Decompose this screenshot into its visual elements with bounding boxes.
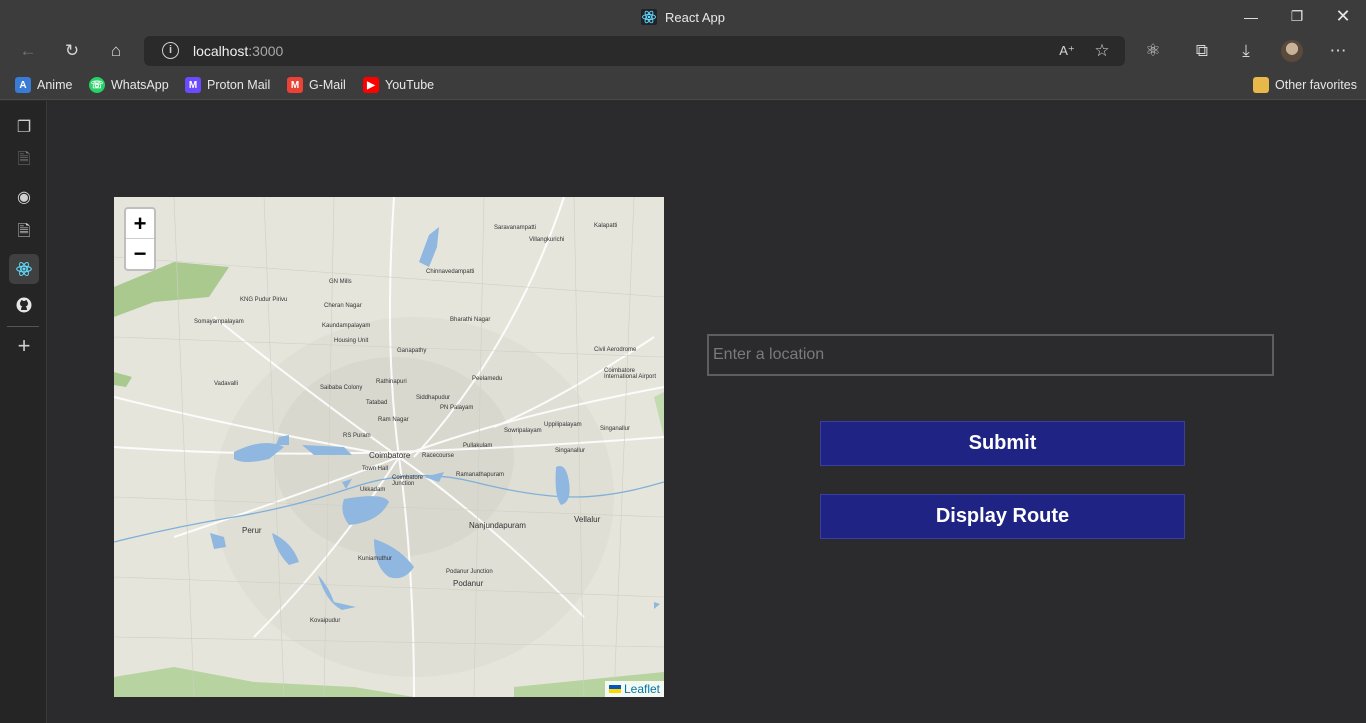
page-content: Kalapatti Saravanampatti Villangkurichi … — [48, 101, 1366, 723]
map-label-ramanathapuram: Ramanathapuram — [456, 472, 505, 478]
other-favorites[interactable]: Other favorites — [1253, 76, 1357, 94]
map-label-villangkurichi: Villangkurichi — [529, 237, 565, 243]
window-title-text: React App — [665, 10, 725, 25]
zoom-out-button[interactable]: − — [126, 239, 154, 269]
map-label-gn-mills: GN Mills — [329, 279, 352, 285]
map-label-singanallur-2: Singanallur — [555, 448, 586, 454]
add-icon[interactable]: + — [9, 331, 39, 361]
map-label-singanallur-1: Singanallur — [600, 426, 631, 432]
youtube-icon: ▶ — [363, 77, 379, 93]
gmail-icon: M — [287, 77, 303, 93]
close-icon[interactable]: ✕ — [1320, 0, 1366, 33]
title-bar: React App — ❐ ✕ — [0, 0, 1366, 33]
sidebar-divider — [7, 326, 39, 327]
map-label-podanur: Podanur — [453, 579, 484, 588]
url-text[interactable]: localhost:3000 — [193, 43, 283, 59]
ukraine-flag-icon — [608, 685, 621, 693]
map-label-rathinapuri: Rathinapuri — [376, 379, 407, 385]
map-label-kng-pudur: KNG Pudur Pirivu — [240, 297, 288, 303]
browser-toolbar: ← ↻ ⌂ i localhost:3000 A⁺ ☆ ⚛ ⧉ ⤓ ⋯ — [0, 33, 1366, 69]
page-icon[interactable]: 🗎 — [9, 146, 39, 176]
map-label-tatabad: Tatabad — [366, 400, 388, 406]
map-label-ukkadam: Ukkadam — [360, 487, 386, 493]
minimize-icon[interactable]: — — [1228, 0, 1274, 33]
bookmark-anime[interactable]: A Anime — [15, 76, 72, 94]
map-label-ganapathy: Ganapathy — [397, 348, 427, 354]
map-tiles — [114, 197, 664, 697]
bookmark-youtube[interactable]: ▶ YouTube — [363, 76, 434, 94]
display-route-button[interactable]: Display Route — [820, 494, 1185, 539]
read-aloud-icon[interactable]: A⁺ — [1054, 39, 1080, 63]
leaflet-link[interactable]: Leaflet — [624, 682, 660, 696]
map-label-kuniamuthur: Kuniamuthur — [358, 556, 393, 562]
bookmarks-bar: A Anime ☏ WhatsApp M Proton Mail M G-Mail ▶ Y… — [0, 69, 1366, 100]
site-info-icon[interactable]: i — [162, 42, 179, 59]
folder-icon — [1253, 77, 1269, 93]
home-icon[interactable]: ⌂ — [103, 39, 129, 63]
map-label-podanur-junction: Podanur Junction — [446, 569, 493, 575]
map-label-somayampalayam: Somayampalayam — [194, 319, 244, 325]
map-label-coimbatore-junction: Coimbatore Junction — [392, 475, 424, 487]
bookmark-gmail[interactable]: M G-Mail — [287, 76, 346, 94]
map-label-ram-nagar: Ram Nagar — [378, 417, 409, 423]
map-label-coimbatore-airport: Coimbatore International Airport — [604, 368, 657, 380]
map-label-bharathi-nagar: Bharathi Nagar — [450, 317, 491, 323]
window-title: React App — [0, 9, 1366, 28]
zoom-control: + − — [124, 207, 156, 271]
restore-icon[interactable]: ❐ — [1274, 0, 1320, 33]
react-icon — [641, 9, 657, 28]
whatsapp-icon: ☏ — [89, 77, 105, 93]
map-label-coimbatore: Coimbatore — [369, 451, 411, 460]
map-label-pullakulam: Pullakulam — [463, 443, 493, 449]
map-label-vellalur: Vellalur — [574, 515, 601, 524]
map-attribution: Leaflet — [604, 681, 664, 697]
map-label-uppilipalayam: Uppilipalayam — [544, 422, 582, 428]
extensions-icon[interactable]: ⚛ — [1140, 39, 1166, 63]
map-label-rs-puram: RS Puram — [343, 433, 371, 439]
map-label-saibaba-colony: Saibaba Colony — [320, 385, 363, 391]
map-label-kovaipudur: Kovaipudur — [310, 618, 341, 624]
map-label-town-hall: Town Hall — [362, 466, 389, 472]
profile-avatar[interactable] — [1279, 39, 1305, 63]
zoom-in-button[interactable]: + — [126, 209, 154, 239]
assistant-icon[interactable]: ◉ — [9, 182, 39, 212]
submit-button[interactable]: Submit — [820, 421, 1185, 466]
favorite-star-icon[interactable]: ☆ — [1089, 39, 1115, 63]
map-label-kalapatti: Kalapatti — [594, 223, 618, 229]
proton-mail-icon: M — [185, 77, 201, 93]
github-icon[interactable] — [9, 290, 39, 320]
downloads-icon[interactable]: ⤓ — [1233, 39, 1259, 63]
more-menu-icon[interactable]: ⋯ — [1325, 39, 1351, 63]
map-label-pn-palayam: PN Palayam — [440, 405, 474, 411]
map-label-chinnavedampatti: Chinnavedampatti — [426, 269, 475, 275]
refresh-icon[interactable]: ↻ — [59, 39, 85, 63]
map-label-peelamedu: Peelamedu — [472, 376, 503, 382]
map-label-housing-unit: Housing Unit — [334, 338, 369, 344]
collections-icon[interactable]: ⧉ — [1189, 39, 1215, 63]
map-label-civil-aerodrome: Civil Aerodrome — [594, 347, 637, 353]
map-label-nanjundapuram: Nanjundapuram — [469, 521, 526, 530]
map-label-cheran-nagar: Cheran Nagar — [324, 303, 362, 309]
map-label-saravanampatti: Saravanampatti — [494, 225, 537, 231]
map-label-perur: Perur — [242, 526, 262, 535]
map-label-racecourse: Racecourse — [422, 453, 455, 459]
map-label-siddhapudur: Siddhapudur — [416, 395, 451, 401]
map-label-sowripalayam: Sowripalayam — [504, 428, 542, 434]
document-icon[interactable]: 🗎 — [9, 218, 39, 248]
address-bar[interactable]: i localhost:3000 A⁺ ☆ — [144, 36, 1125, 66]
back-icon[interactable]: ← — [15, 39, 41, 63]
bookmark-proton-mail[interactable]: M Proton Mail — [185, 76, 270, 94]
tab-actions-icon[interactable]: ❐ — [9, 112, 39, 142]
bookmark-whatsapp[interactable]: ☏ WhatsApp — [89, 76, 169, 94]
location-input[interactable] — [707, 334, 1274, 376]
map-label-vadavalli: Vadavalli — [214, 381, 238, 387]
react-app-icon[interactable] — [9, 254, 39, 284]
browser-sidebar: ❐ 🗎 ◉ 🗎 + — [0, 101, 47, 723]
map-label-kaundampalayam: Kaundampalayam — [322, 323, 371, 329]
leaflet-map[interactable]: Kalapatti Saravanampatti Villangkurichi … — [114, 197, 664, 697]
anime-icon: A — [15, 77, 31, 93]
